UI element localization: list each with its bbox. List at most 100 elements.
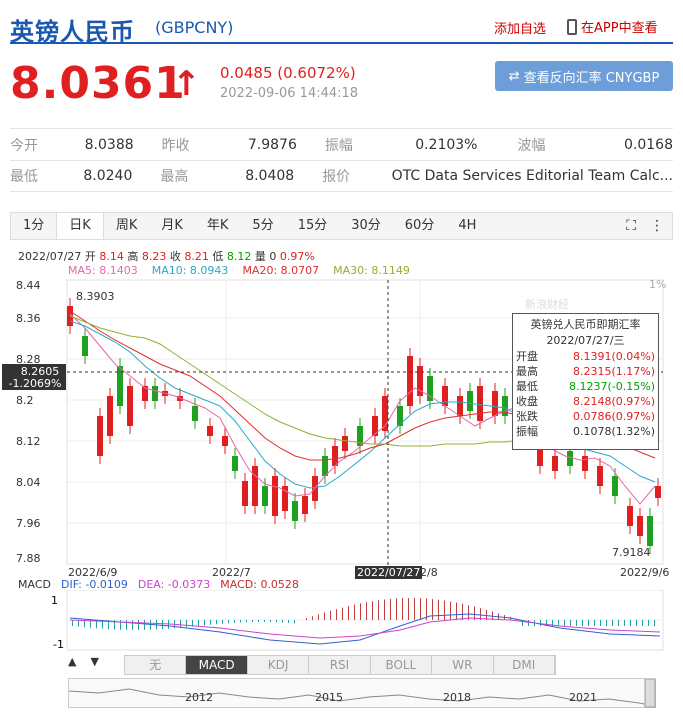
nav-year: 2012 xyxy=(185,691,213,704)
indicator-wr[interactable]: WR xyxy=(432,656,494,674)
reverse-rate-button[interactable]: ⇄ 查看反向汇率 CNYGBP xyxy=(495,61,673,91)
macd-bar xyxy=(324,612,325,620)
macd-bar xyxy=(588,620,589,626)
macd-bar xyxy=(258,620,259,623)
y-tick: 8.36 xyxy=(16,312,41,325)
tab-yearly[interactable]: 年K xyxy=(195,213,241,239)
macd-bar xyxy=(126,620,127,630)
macd-bar xyxy=(624,620,625,626)
price-change: 0.0485 (0.6072%) xyxy=(220,64,356,82)
macd-bar xyxy=(432,599,433,620)
tab-60min[interactable]: 60分 xyxy=(393,213,447,239)
macd-bar xyxy=(528,620,529,626)
header-divider xyxy=(10,42,673,44)
macd-bar xyxy=(636,620,637,626)
indicator-kdj[interactable]: KDJ xyxy=(248,656,310,674)
macd-ymin: -1 xyxy=(53,638,64,651)
view-app-button[interactable]: 在APP中查看 xyxy=(567,17,658,36)
right-pct-label: 1% xyxy=(649,278,666,291)
swap-icon: ⇄ xyxy=(508,68,520,84)
stat-label: 波幅 xyxy=(517,137,546,154)
nav-year: 2015 xyxy=(315,691,343,704)
macd-bar xyxy=(234,620,235,623)
indicator-boll[interactable]: BOLL xyxy=(371,656,433,674)
indicator-dmi[interactable]: DMI xyxy=(494,656,555,674)
symbol-code: (GBPCNY) xyxy=(155,18,234,37)
macd-bar xyxy=(162,620,163,630)
tab-5min[interactable]: 5分 xyxy=(240,213,285,239)
macd-chart: 1 -1 xyxy=(51,590,664,651)
macd-bar xyxy=(570,620,571,626)
tooltip-date: 2022/07/27/三 xyxy=(546,334,625,347)
macd-bar xyxy=(582,620,583,626)
period-tabs: 1分 日K 周K 月K 年K 5分 15分 30分 60分 4H ⛶ ⋮ xyxy=(10,212,673,240)
macd-bar xyxy=(372,601,373,620)
macd-bar xyxy=(306,618,307,620)
macd-bar xyxy=(312,616,313,620)
macd-bar xyxy=(612,620,613,626)
stat-value: 0.2103% xyxy=(415,136,478,153)
stat-label: 今开 xyxy=(10,137,38,154)
stat-label: 最高 xyxy=(160,169,189,185)
fullscreen-icon[interactable]: ⛶ xyxy=(626,218,636,234)
indicator-macd[interactable]: MACD xyxy=(186,656,248,674)
indicator-none[interactable]: 无 xyxy=(125,656,187,674)
tab-15min[interactable]: 15分 xyxy=(286,213,340,239)
macd-bar xyxy=(606,620,607,626)
macd-bar xyxy=(240,620,241,623)
stat-label: 振幅 xyxy=(324,137,353,154)
macd-bar xyxy=(654,620,655,626)
macd-bar xyxy=(354,604,355,620)
max-label: 8.3903 xyxy=(76,290,115,303)
down-triangle-icon[interactable]: ▼ xyxy=(90,655,98,668)
macd-bar xyxy=(222,620,223,624)
stat-value: 0.0168 xyxy=(624,136,673,153)
stat-label: 昨收 xyxy=(161,137,190,154)
bar-info: 2022/07/27 开 8.14 高 8.23 收 8.21 低 8.12 量… xyxy=(18,250,315,263)
macd-bar xyxy=(330,610,331,620)
macd-bar xyxy=(618,620,619,626)
current-price: 8.0361 xyxy=(10,58,186,109)
macd-bar xyxy=(456,602,457,620)
up-arrow-icon: ↑ xyxy=(172,64,201,104)
up-triangle-icon[interactable]: ▲ xyxy=(68,655,76,668)
dif-line xyxy=(69,613,661,645)
navigator-handle[interactable] xyxy=(644,678,656,708)
macd-bar xyxy=(288,620,289,623)
tooltip-row: 最低 8.1237(-0.15%) xyxy=(516,380,655,393)
indicator-tabs: 无 MACD KDJ RSI BOLL WR DMI xyxy=(124,655,556,675)
tooltip-title: 英镑兑人民币即期汇率 xyxy=(530,318,641,331)
more-icon[interactable]: ⋮ xyxy=(650,218,664,234)
macd-bar xyxy=(342,607,343,620)
range-navigator[interactable]: 2012 2015 2018 2021 xyxy=(68,678,656,708)
macd-bar xyxy=(318,614,319,620)
tab-30min[interactable]: 30分 xyxy=(339,213,393,239)
macd-bar xyxy=(78,620,79,627)
tab-monthly[interactable]: 月K xyxy=(149,213,195,239)
y-tick: 8.2 xyxy=(16,394,34,407)
stat-value: 8.0388 xyxy=(84,136,134,153)
macd-bar xyxy=(420,598,421,620)
macd-bar xyxy=(462,603,463,620)
macd-bar xyxy=(276,620,277,623)
macd-bar xyxy=(270,620,271,623)
macd-bar xyxy=(132,620,133,630)
macd-bar xyxy=(444,600,445,620)
y-tick: 8.12 xyxy=(16,435,41,448)
macd-bar xyxy=(348,606,349,620)
macd-bar xyxy=(396,598,397,620)
stat-value: 8.0408 xyxy=(245,168,295,184)
macd-bar xyxy=(576,620,577,626)
add-watch-button[interactable]: 添加自选 xyxy=(494,18,546,37)
macd-bar xyxy=(120,620,121,630)
indicator-rsi[interactable]: RSI xyxy=(309,656,371,674)
macd-bar xyxy=(642,620,643,626)
macd-bar xyxy=(390,598,391,620)
watermark: 新浪财经 xyxy=(525,297,569,311)
tab-4h[interactable]: 4H xyxy=(446,213,488,239)
x-tick: 2022/9/6 xyxy=(620,566,670,579)
tab-1min[interactable]: 1分 xyxy=(11,213,56,239)
tab-weekly[interactable]: 周K xyxy=(104,213,150,239)
macd-bar xyxy=(336,609,337,620)
tab-daily[interactable]: 日K xyxy=(56,213,104,239)
